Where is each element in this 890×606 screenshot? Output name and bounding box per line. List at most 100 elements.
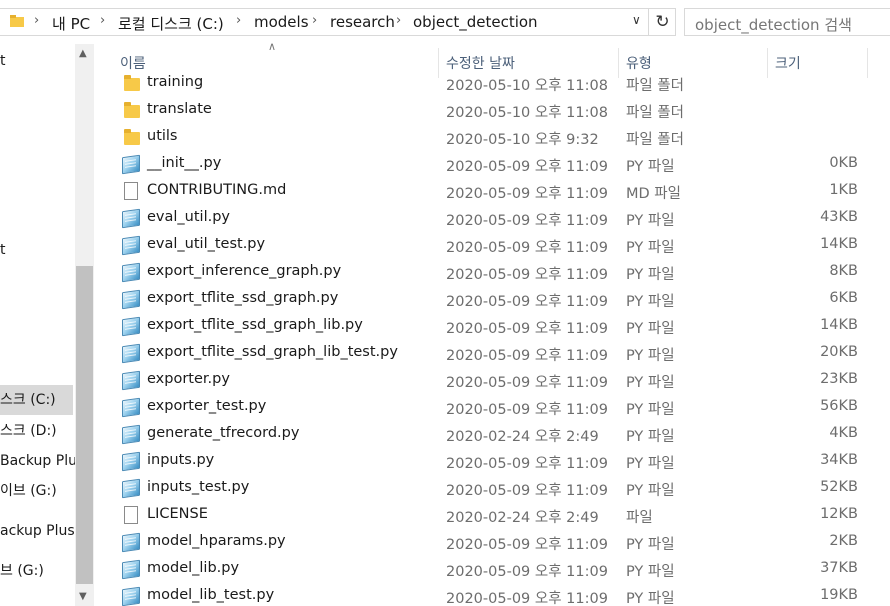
python-file-icon: [122, 208, 140, 229]
chevron-right-icon[interactable]: ›: [236, 13, 241, 28]
python-file-icon: [122, 559, 140, 580]
file-row[interactable]: generate_tfrecord.py 2020-02-24 오후 2:49 PY…: [96, 421, 890, 448]
file-name: utils: [147, 128, 178, 144]
file-row[interactable]: export_tflite_ssd_graph_lib_test.py 2020-…: [96, 340, 890, 367]
python-file-icon: [122, 316, 140, 337]
file-type: 파일 폴더: [626, 132, 684, 148]
file-date-modified: 2020-05-09 오후 11:09: [446, 186, 608, 202]
file-size: 34KB: [820, 452, 858, 468]
nav-item-backup-plus[interactable]: Backup Plus: [0, 446, 84, 476]
python-file-icon: [122, 235, 140, 256]
file-date-modified: 2020-05-09 오후 11:09: [446, 348, 608, 364]
refresh-icon: ↻: [655, 12, 670, 32]
breadcrumb-models[interactable]: models: [254, 13, 309, 31]
python-file-icon: [122, 451, 140, 472]
file-type: MD 파일: [626, 186, 681, 202]
nav-item-drive-g[interactable]: 이브 (G:): [0, 476, 57, 506]
file-type: PY 파일: [626, 564, 675, 580]
file-row[interactable]: model_lib_test.py 2020-05-09 오후 11:09 PY 파…: [96, 583, 890, 606]
file-name: export_tflite_ssd_graph_lib_test.py: [147, 344, 398, 360]
nav-item-local-disk-c[interactable]: 스크 (C:): [0, 385, 73, 415]
file-row[interactable]: LICENSE 2020-02-24 오후 2:49 파일 12KB: [96, 502, 890, 529]
chevron-right-icon[interactable]: ›: [34, 13, 39, 28]
file-type: PY 파일: [626, 240, 675, 256]
file-type: PY 파일: [626, 375, 675, 391]
nav-item-disk-d[interactable]: 스크 (D:): [0, 416, 57, 446]
file-size: 1KB: [829, 182, 858, 198]
file-size: 6KB: [829, 290, 858, 306]
file-type: PY 파일: [626, 321, 675, 337]
python-file-icon: [122, 532, 140, 553]
navigation-pane: t t 스크 (C:) 스크 (D:) Backup Plus 이브 (G:) …: [0, 44, 95, 606]
file-name: training: [147, 74, 204, 90]
breadcrumb-object-detection[interactable]: object_detection: [413, 13, 538, 31]
file-name: export_tflite_ssd_graph.py: [147, 290, 339, 306]
file-icon: [124, 506, 138, 524]
file-name: model_lib_test.py: [147, 587, 275, 603]
file-row[interactable]: model_hparams.py 2020-05-09 오후 11:09 PY 파일…: [96, 529, 890, 556]
file-date-modified: 2020-05-09 오후 11:09: [446, 456, 608, 472]
file-row[interactable]: eval_util.py 2020-05-09 오후 11:09 PY 파일 43KB: [96, 205, 890, 232]
file-type: 파일 폴더: [626, 78, 684, 94]
file-name: model_hparams.py: [147, 533, 286, 549]
file-row[interactable]: export_tflite_ssd_graph_lib.py 2020-05-09…: [96, 313, 890, 340]
file-row[interactable]: inputs.py 2020-05-09 오후 11:09 PY 파일 34KB: [96, 448, 890, 475]
file-name: inputs.py: [147, 452, 215, 468]
file-name: inputs_test.py: [147, 479, 250, 495]
nav-item[interactable]: t: [0, 46, 6, 76]
file-name: LICENSE: [147, 506, 208, 522]
file-row[interactable]: export_inference_graph.py 2020-05-09 오후 1…: [96, 259, 890, 286]
breadcrumb-local-disk[interactable]: 로컬 디스크 (C:): [118, 13, 224, 34]
scroll-up-icon[interactable]: ▲: [79, 48, 87, 59]
file-row[interactable]: export_tflite_ssd_graph.py 2020-05-09 오후 …: [96, 286, 890, 313]
scroll-thumb[interactable]: [76, 266, 93, 584]
file-row[interactable]: CONTRIBUTING.md 2020-05-09 오후 11:09 MD 파일 1…: [96, 178, 890, 205]
breadcrumb-research[interactable]: research: [330, 13, 395, 31]
file-type: PY 파일: [626, 267, 675, 283]
file-date-modified: 2020-05-10 오후 11:08: [446, 105, 608, 121]
refresh-button[interactable]: ↻: [648, 8, 676, 36]
file-size: 12KB: [820, 506, 858, 522]
file-row[interactable]: translate 2020-05-10 오후 11:08 파일 폴더: [96, 97, 890, 124]
search-placeholder: object_detection 검색: [695, 16, 852, 34]
file-type: PY 파일: [626, 483, 675, 499]
nav-item[interactable]: t: [0, 235, 6, 265]
file-date-modified: 2020-05-09 오후 11:09: [446, 159, 608, 175]
file-row[interactable]: __init__.py 2020-05-09 오후 11:09 PY 파일 0KB: [96, 151, 890, 178]
python-file-icon: [122, 478, 140, 499]
search-input[interactable]: object_detection 검색: [684, 8, 890, 36]
python-file-icon: [122, 262, 140, 283]
file-row[interactable]: utils 2020-05-10 오후 9:32 파일 폴더: [96, 124, 890, 151]
file-type: PY 파일: [626, 429, 675, 445]
nav-item-backup-plus-2[interactable]: ackup Plus: [0, 516, 75, 546]
nav-scrollbar[interactable]: ▲ ▼: [75, 44, 94, 606]
chevron-right-icon[interactable]: ›: [100, 13, 105, 28]
nav-item-drive-g-2[interactable]: 브 (G:): [0, 556, 44, 586]
file-date-modified: 2020-05-09 오후 11:09: [446, 591, 608, 606]
file-icon: [124, 182, 138, 200]
file-row[interactable]: exporter.py 2020-05-09 오후 11:09 PY 파일 23KB: [96, 367, 890, 394]
file-row[interactable]: training 2020-05-10 오후 11:08 파일 폴더: [96, 70, 890, 97]
file-date-modified: 2020-05-10 오후 11:08: [446, 78, 608, 94]
scroll-down-icon[interactable]: ▼: [79, 591, 87, 602]
file-type: PY 파일: [626, 456, 675, 472]
file-date-modified: 2020-05-10 오후 9:32: [446, 132, 599, 148]
file-row[interactable]: inputs_test.py 2020-05-09 오후 11:09 PY 파일 52…: [96, 475, 890, 502]
file-type: 파일 폴더: [626, 105, 684, 121]
file-date-modified: 2020-05-09 오후 11:09: [446, 294, 608, 310]
chevron-right-icon[interactable]: ›: [396, 13, 401, 28]
chevron-down-icon[interactable]: ∨: [632, 13, 641, 27]
file-row[interactable]: eval_util_test.py 2020-05-09 오후 11:09 PY 파…: [96, 232, 890, 259]
file-row[interactable]: exporter_test.py 2020-05-09 오후 11:09 PY 파일…: [96, 394, 890, 421]
python-file-icon: [122, 397, 140, 418]
breadcrumb-this-pc[interactable]: 내 PC: [52, 13, 90, 34]
file-row[interactable]: model_lib.py 2020-05-09 오후 11:09 PY 파일 37KB: [96, 556, 890, 583]
file-date-modified: 2020-05-09 오후 11:09: [446, 375, 608, 391]
chevron-right-icon[interactable]: ›: [312, 13, 317, 28]
file-type: PY 파일: [626, 213, 675, 229]
file-name: translate: [147, 101, 212, 117]
folder-icon: [124, 129, 140, 145]
file-name: model_lib.py: [147, 560, 240, 576]
python-file-icon: [122, 154, 140, 175]
file-date-modified: 2020-05-09 오후 11:09: [446, 321, 608, 337]
